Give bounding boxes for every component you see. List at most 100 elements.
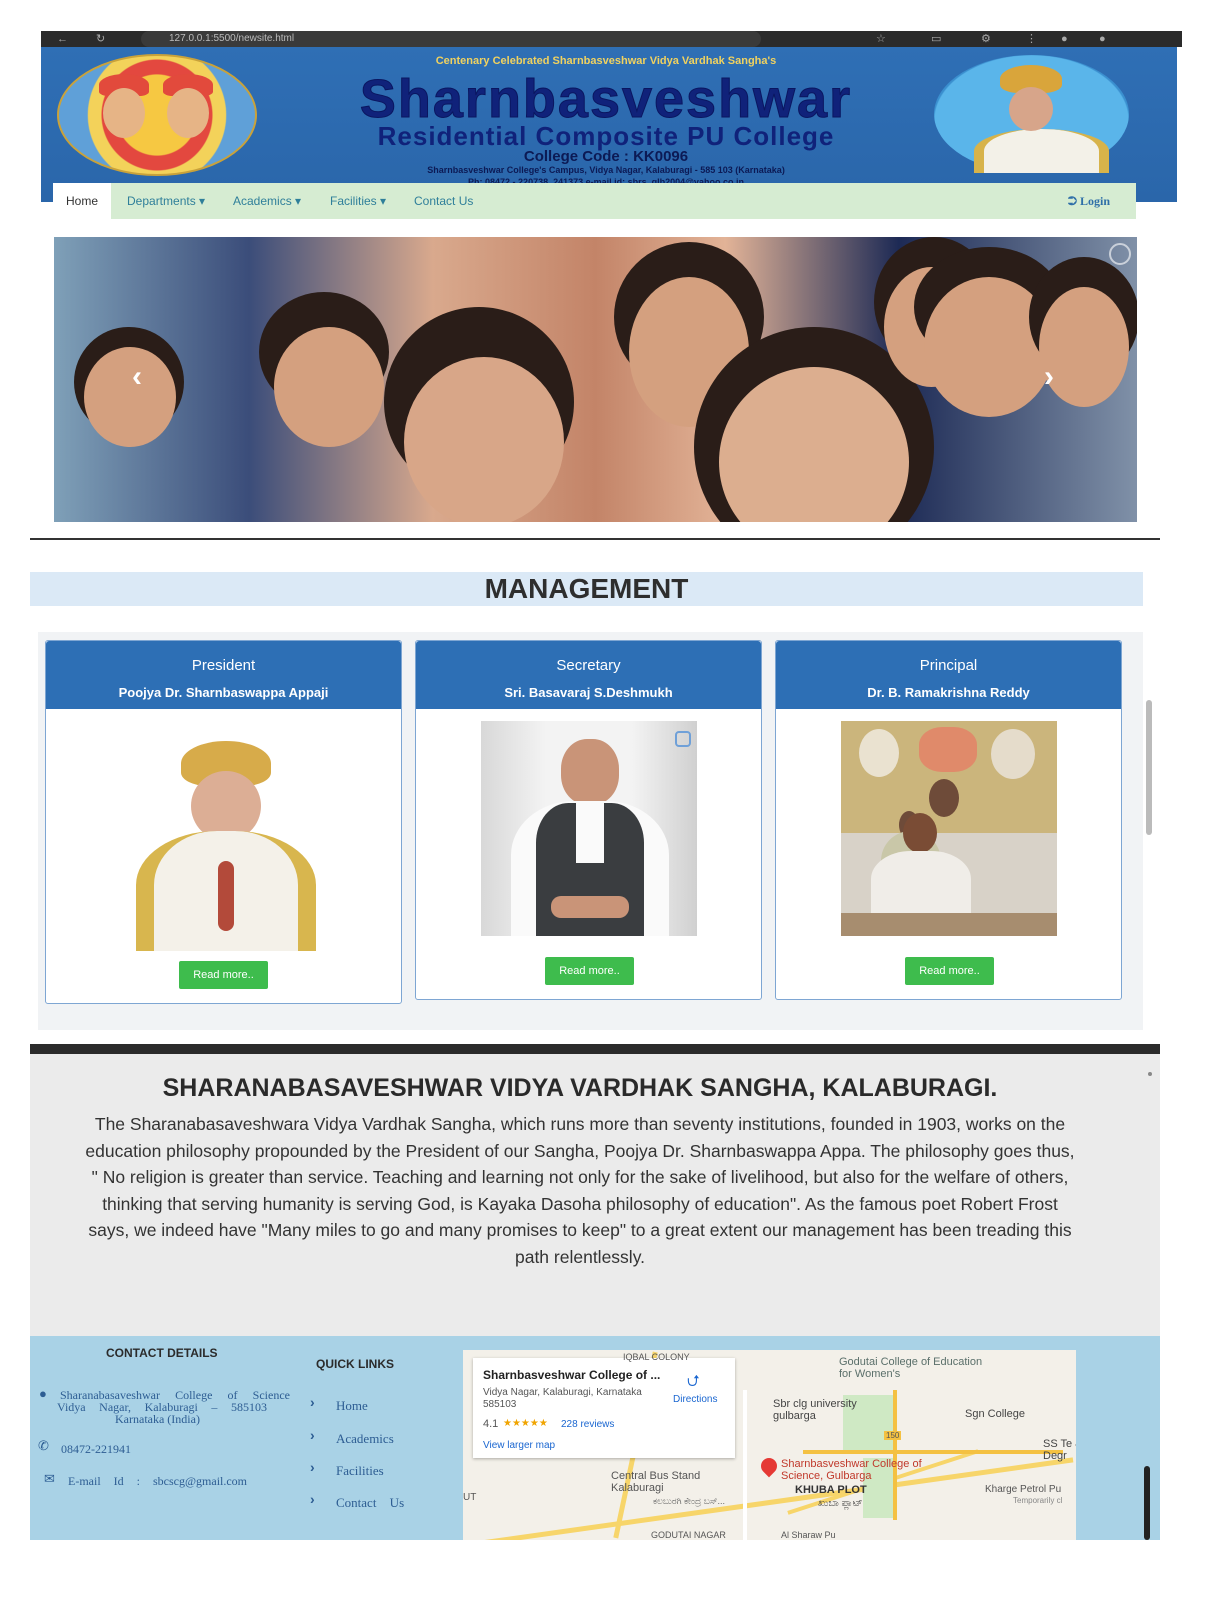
chevron-right-icon: › (310, 1427, 315, 1443)
location-icon: ● (39, 1386, 47, 1401)
map-place-card: Sharnbasveshwar College of ... Vidya Nag… (473, 1358, 735, 1458)
map-label: ಕಲಬುರಗಿ ಕೇಂದ್ರ ಬಸ್... (653, 1496, 726, 1506)
map-label: Central Bus Stand Kalaburagi (611, 1470, 701, 1494)
map-place-address: Vidya Nagar, Kalaburagi, Karnataka 58510… (483, 1387, 642, 1410)
map-label: ಖುಬಾ ಪ್ಲಾಟ್ (818, 1498, 863, 1509)
management-title: MANAGEMENT (484, 573, 689, 604)
card-role: President (191, 657, 256, 674)
login-icon: ⮊ (1067, 194, 1080, 208)
embedded-map[interactable]: Sharnbasveshwar College of ... Vidya Nag… (463, 1350, 1076, 1540)
secretary-card: Secretary Sri. Basavaraj S.Deshmukh Read… (415, 640, 762, 1000)
carousel-prev-button[interactable]: ‹ (132, 362, 152, 392)
extensions-icon[interactable]: ▭ (931, 33, 943, 45)
nav-facilities[interactable]: Facilities ▾ (330, 183, 386, 219)
menu-icon[interactable]: ● (1099, 33, 1111, 45)
page-scrollbar[interactable] (1144, 1466, 1150, 1540)
contact-address-line3: Karnataka (India) (115, 1412, 200, 1426)
nav-departments[interactable]: Departments ▾ (127, 183, 205, 219)
college-name: Sharnbasveshwar (359, 69, 853, 129)
location-pin-icon[interactable] (757, 1454, 781, 1478)
chevron-right-icon: › (310, 1459, 315, 1475)
settings-icon[interactable]: ⚙ (981, 33, 993, 45)
card-person-name: Dr. B. Ramakrishna Reddy (867, 685, 1030, 700)
lens-icon[interactable] (675, 731, 691, 747)
map-larger-link[interactable]: View larger map (483, 1440, 555, 1451)
address-bar[interactable]: 127.0.0.1:5500/newsite.html (141, 31, 761, 47)
login-label: Login (1079, 194, 1110, 208)
nav-home[interactable]: Home (53, 183, 111, 219)
management-cards: President Poojya Dr. Sharnbaswappa Appaj… (38, 632, 1143, 1030)
map-place-name: Sharnbasveshwar College of ... (483, 1368, 661, 1382)
map-directions-link[interactable]: Directions (673, 1394, 717, 1405)
map-label: Sbr clg university gulbarga (773, 1398, 857, 1422)
about-text: The Sharanabasaveshwara Vidya Vardhak Sa… (85, 1114, 1075, 1267)
map-label: UT (463, 1492, 477, 1503)
sangha-logo (57, 54, 257, 176)
college-banner: Centenary Celebrated Sharnbasveshwar Vid… (41, 47, 1177, 219)
card-person-name: Sri. Basavaraj S.Deshmukh (504, 685, 673, 700)
map-label: Kharge Petrol Pu (985, 1484, 1062, 1495)
map-label: Godutai College of Education for Women's (839, 1356, 983, 1380)
map-label: 150 (884, 1431, 902, 1440)
card-role: Principal (919, 657, 978, 674)
principal-photo (841, 721, 1057, 936)
college-code: College Code : KK0096 (523, 148, 689, 165)
map-label: Sgn College (965, 1408, 1025, 1420)
back-icon[interactable]: ← (57, 33, 69, 45)
map-label: Al Sharaw Pu (781, 1530, 836, 1540)
contact-details-title: CONTACT DETAILS (106, 1346, 218, 1360)
contact-phone: 08472-221941 (61, 1442, 131, 1456)
card-header: Secretary Sri. Basavaraj S.Deshmukh (416, 641, 761, 709)
principal-card: Principal Dr. B. Ramakrishna Reddy Read … (775, 640, 1122, 1000)
banner-tagline: Centenary Celebrated Sharnbasveshwar Vid… (435, 55, 777, 67)
phone-icon: ✆ (38, 1438, 49, 1453)
card-person-name: Poojya Dr. Sharnbaswappa Appaji (118, 685, 329, 700)
bookmark-icon[interactable]: ⋮ (1026, 33, 1038, 45)
about-sangha-screenshot: SHARANABASAVESHWAR VIDYA VARDHAK SANGHA,… (30, 1044, 1160, 1344)
url-text: 127.0.0.1:5500/newsite.html (169, 33, 295, 44)
quick-link-home[interactable]: Home (336, 1398, 368, 1414)
main-navbar: Home Departments ▾ Academics ▾ Facilitie… (53, 183, 1136, 219)
reload-icon[interactable]: ↻ (96, 33, 108, 45)
page-scrollbar[interactable] (1146, 700, 1152, 835)
contact-email: E-mail Id : sbcscg@gmail.com (68, 1474, 248, 1488)
nav-academics[interactable]: Academics ▾ (233, 183, 301, 219)
footer-screenshot: CONTACT DETAILS ● Sharanabasaveshwar Col… (30, 1336, 1160, 1540)
secretary-photo (481, 721, 697, 936)
login-link[interactable]: ⮊ Login (1068, 183, 1110, 219)
read-more-button[interactable]: Read more.. (905, 957, 994, 985)
map-label: SS Te & Degr (1043, 1438, 1076, 1462)
star-icon[interactable]: ☆ (876, 33, 888, 45)
directions-icon[interactable]: ⮍ (687, 1370, 700, 1397)
map-label: IQBAL COLONY (623, 1352, 690, 1362)
read-more-button[interactable]: Read more.. (545, 957, 634, 985)
about-title: SHARANABASAVESHWAR VIDYA VARDHAK SANGHA,… (162, 1074, 998, 1102)
map-rating: 4.1 (483, 1418, 499, 1430)
map-stars: ★★★★★ (503, 1418, 548, 1429)
chevron-right-icon: › (310, 1491, 315, 1507)
quick-link-academics[interactable]: Academics (336, 1431, 394, 1447)
email-icon: ✉ (44, 1471, 55, 1486)
quick-link-contact[interactable]: Contact Us (336, 1495, 404, 1511)
read-more-button[interactable]: Read more.. (179, 961, 268, 989)
lens-icon[interactable] (1109, 243, 1131, 265)
quick-links-title: QUICK LINKS (316, 1357, 394, 1371)
card-header: Principal Dr. B. Ramakrishna Reddy (776, 641, 1121, 709)
management-screenshot: MANAGEMENT President Poojya Dr. Sharnbas… (30, 538, 1160, 1032)
site-header-screenshot: ← ↻ 127.0.0.1:5500/newsite.html ☆ ▭ ⚙ ⋮ … (41, 31, 1182, 531)
president-photo (126, 731, 326, 951)
carousel-next-button[interactable]: › (1044, 362, 1064, 392)
image-carousel: ‹ › (54, 237, 1137, 522)
college-address: Sharnbasveshwar College's Campus, Vidya … (427, 165, 785, 175)
nav-contact[interactable]: Contact Us (414, 183, 473, 219)
profile-icon[interactable]: ● (1061, 33, 1073, 45)
map-label: Temporarily cl (1013, 1496, 1063, 1505)
map-reviews-link[interactable]: 228 reviews (561, 1419, 614, 1430)
president-card: President Poojya Dr. Sharnbaswappa Appaj… (45, 640, 402, 1004)
scroll-up-icon[interactable] (1148, 1072, 1152, 1076)
card-header: President Poojya Dr. Sharnbaswappa Appaj… (46, 641, 401, 709)
founder-portrait (934, 55, 1129, 173)
quick-link-facilities[interactable]: Facilities (336, 1463, 384, 1479)
map-label: Sharnbasveshwar College of Science, Gulb… (781, 1458, 922, 1482)
map-label: KHUBA PLOT (795, 1484, 867, 1496)
